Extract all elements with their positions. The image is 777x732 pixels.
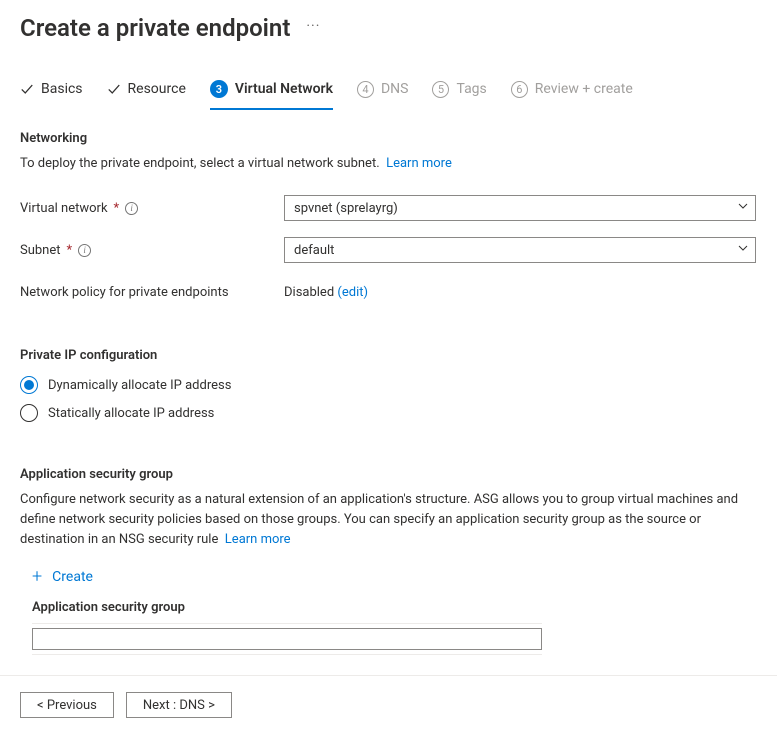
asg-create-button[interactable]: + Create xyxy=(32,568,93,586)
radio-static-ip[interactable]: Statically allocate IP address xyxy=(20,399,757,427)
more-icon[interactable]: ··· xyxy=(306,18,320,38)
step-number-badge: 5 xyxy=(432,81,449,98)
subnet-label: Subnet * i xyxy=(20,243,284,258)
wizard-step-label: Virtual Network xyxy=(235,81,333,97)
previous-button[interactable]: < Previous xyxy=(20,692,114,718)
wizard-step-tags[interactable]: 5 Tags xyxy=(432,81,486,110)
next-button[interactable]: Next : DNS > xyxy=(126,692,232,718)
wizard-step-label: DNS xyxy=(381,81,409,97)
chevron-down-icon xyxy=(737,200,749,216)
chevron-down-icon xyxy=(737,242,749,258)
wizard-step-label: Resource xyxy=(128,81,186,97)
asg-description: Configure network security as a natural … xyxy=(20,490,757,550)
asg-field-label: Application security group xyxy=(32,600,757,615)
virtual-network-value: spvnet (sprelayrg) xyxy=(294,201,398,216)
plus-icon: + xyxy=(32,568,42,586)
wizard-step-resource[interactable]: Resource xyxy=(107,81,186,109)
network-policy-value: Disabled xyxy=(284,285,334,300)
subnet-dropdown[interactable]: default xyxy=(284,237,756,263)
networking-description: To deploy the private endpoint, select a… xyxy=(20,154,757,174)
subnet-value: default xyxy=(294,243,334,258)
wizard-step-basics[interactable]: Basics xyxy=(20,81,83,109)
learn-more-link[interactable]: Learn more xyxy=(386,156,452,171)
virtual-network-label: Virtual network * i xyxy=(20,201,284,216)
radio-icon xyxy=(20,376,38,394)
footer-divider xyxy=(0,675,777,676)
info-icon[interactable]: i xyxy=(125,202,138,215)
virtual-network-dropdown[interactable]: spvnet (sprelayrg) xyxy=(284,195,756,221)
radio-label: Dynamically allocate IP address xyxy=(48,378,231,393)
wizard-steps: Basics Resource 3 Virtual Network 4 DNS … xyxy=(20,80,757,111)
wizard-step-dns[interactable]: 4 DNS xyxy=(357,81,409,110)
step-number-badge: 4 xyxy=(357,81,374,98)
radio-dynamic-ip[interactable]: Dynamically allocate IP address xyxy=(20,371,757,399)
check-icon xyxy=(20,82,34,96)
step-number-badge: 6 xyxy=(511,81,528,98)
section-title-asg: Application security group xyxy=(20,467,757,482)
asg-dropdown[interactable] xyxy=(32,628,542,650)
network-policy-edit-link[interactable]: (edit) xyxy=(337,285,368,300)
network-policy-label: Network policy for private endpoints xyxy=(20,285,284,300)
wizard-step-label: Tags xyxy=(456,81,486,97)
step-number-badge: 3 xyxy=(210,80,228,98)
info-icon[interactable]: i xyxy=(78,244,91,257)
radio-icon xyxy=(20,404,38,422)
section-title-ipconfig: Private IP configuration xyxy=(20,348,757,363)
check-icon xyxy=(107,82,121,96)
wizard-step-virtual-network[interactable]: 3 Virtual Network xyxy=(210,80,333,110)
wizard-step-label: Review + create xyxy=(535,81,633,97)
page-title: Create a private endpoint xyxy=(20,14,290,42)
wizard-step-review-create[interactable]: 6 Review + create xyxy=(511,81,633,110)
wizard-step-label: Basics xyxy=(41,81,83,97)
section-title-networking: Networking xyxy=(20,131,757,146)
radio-label: Statically allocate IP address xyxy=(48,406,214,421)
learn-more-link[interactable]: Learn more xyxy=(225,532,291,547)
asg-create-label: Create xyxy=(52,569,93,585)
